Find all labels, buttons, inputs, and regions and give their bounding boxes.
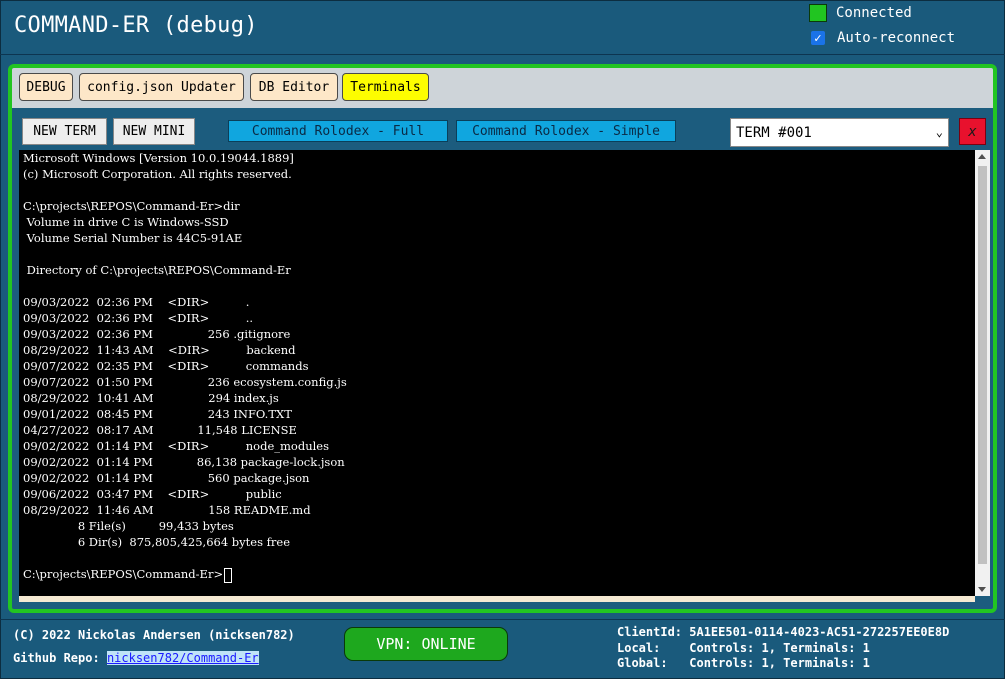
connection-status: Connected (809, 3, 912, 23)
local-counts: Local: Controls: 1, Terminals: 1 (617, 641, 870, 655)
terminal-text: Microsoft Windows [Version 10.0.19044.18… (23, 150, 347, 583)
checkbox-checked-icon[interactable]: ✓ (811, 31, 825, 45)
copyright-text: (C) 2022 Nickolas Andersen (nicksen782) (13, 628, 295, 642)
terminal-line: (c) Microsoft Corporation. All rights re… (23, 167, 292, 181)
terminal-output[interactable]: Microsoft Windows [Version 10.0.19044.18… (19, 150, 975, 596)
app-title: COMMAND-ER (debug) (14, 13, 258, 38)
terminal-line: Volume Serial Number is 44C5-91AE (23, 231, 243, 245)
terminal-line: 08/29/2022 11:43 AM <DIR> backend (23, 343, 296, 357)
terminal-line: 6 Dir(s) 875,805,425,664 bytes free (23, 535, 291, 549)
new-mini-button[interactable]: NEW MINI (113, 118, 195, 145)
new-term-button[interactable]: NEW TERM (22, 118, 107, 145)
terminal-line: 08/29/2022 11:46 AM 158 README.md (23, 503, 311, 517)
terminal-select[interactable]: TERM #001 ⌄ (730, 118, 949, 147)
terminal-line: 08/29/2022 10:41 AM 294 index.js (23, 391, 279, 405)
tab-debug[interactable]: DEBUG (19, 73, 73, 101)
vpn-status-button[interactable]: VPN: ONLINE (344, 627, 508, 661)
auto-reconnect-toggle[interactable]: ✓ Auto-reconnect (809, 28, 955, 48)
terminal-line: Volume in drive C is Windows-SSD (23, 215, 229, 229)
terminal-line: C:\projects\REPOS\Command-Er>dir (23, 199, 240, 213)
terminal-line: 09/03/2022 02:36 PM <DIR> .. (23, 311, 254, 325)
auto-reconnect-label: Auto-reconnect (837, 30, 956, 46)
rolodex-simple-button[interactable]: Command Rolodex - Simple (456, 120, 676, 142)
terminal-line: 8 File(s) 99,433 bytes (23, 519, 234, 533)
terminal-line: 09/07/2022 01:50 PM 236 ecosystem.config… (23, 375, 347, 389)
scroll-thumb[interactable] (978, 166, 987, 564)
repo-label: Github Repo: (13, 651, 100, 665)
terminal-line: Microsoft Windows [Version 10.0.19044.18… (23, 151, 294, 165)
terminal-line: 09/01/2022 08:45 PM 243 INFO.TXT (23, 407, 292, 421)
header-divider (0, 54, 1005, 55)
chevron-down-icon: ⌄ (935, 125, 943, 139)
tab-db-editor[interactable]: DB Editor (250, 73, 338, 101)
terminal-line: 09/02/2022 01:14 PM 86,138 package-lock.… (23, 455, 345, 469)
terminal-bottom-strip (19, 596, 975, 602)
terminal-line: 09/07/2022 02:35 PM <DIR> commands (23, 359, 309, 373)
terminal-line: 09/03/2022 02:36 PM <DIR> . (23, 295, 250, 309)
terminal-scrollbar[interactable] (975, 150, 990, 596)
tab-config-json-updater[interactable]: config.json Updater (79, 73, 244, 101)
terminal-line: 09/02/2022 01:14 PM 560 package.json (23, 471, 310, 485)
tab-terminals[interactable]: Terminals (342, 73, 429, 101)
terminal-toolbar: NEW TERM NEW MINI Command Rolodex - Full… (12, 108, 993, 148)
connected-indicator-icon (809, 4, 827, 22)
terminal-line: Directory of C:\projects\REPOS\Command-E… (23, 263, 291, 277)
github-repo: Github Repo: nicksen782/Command-Er (13, 651, 259, 665)
rolodex-full-button[interactable]: Command Rolodex - Full (228, 120, 448, 142)
client-id: ClientId: 5A1EE501-0114-4023-AC51-272257… (617, 625, 950, 639)
tab-bar: DEBUG config.json Updater DB Editor Term… (12, 68, 993, 108)
footer-divider (0, 619, 1005, 620)
terminal-line: 04/27/2022 08:17 AM 11,548 LICENSE (23, 423, 297, 437)
close-terminal-button[interactable]: x (959, 118, 986, 145)
repo-link[interactable]: nicksen782/Command-Er (106, 651, 259, 665)
terminal-select-value: TERM #001 (736, 124, 812, 141)
terminal-line: 09/03/2022 02:36 PM 256 .gitignore (23, 327, 291, 341)
main-panel: DEBUG config.json Updater DB Editor Term… (8, 64, 997, 613)
terminal-line: 09/06/2022 03:47 PM <DIR> public (23, 487, 282, 501)
scroll-up-arrow-icon[interactable] (978, 154, 986, 159)
terminal-line: 09/02/2022 01:14 PM <DIR> node_modules (23, 439, 330, 453)
scroll-down-arrow-icon[interactable] (978, 587, 986, 592)
terminal-prompt: C:\projects\REPOS\Command-Er> (23, 567, 224, 581)
terminal-cursor (224, 567, 233, 583)
global-counts: Global: Controls: 1, Terminals: 1 (617, 656, 870, 670)
connected-label: Connected (836, 5, 912, 21)
